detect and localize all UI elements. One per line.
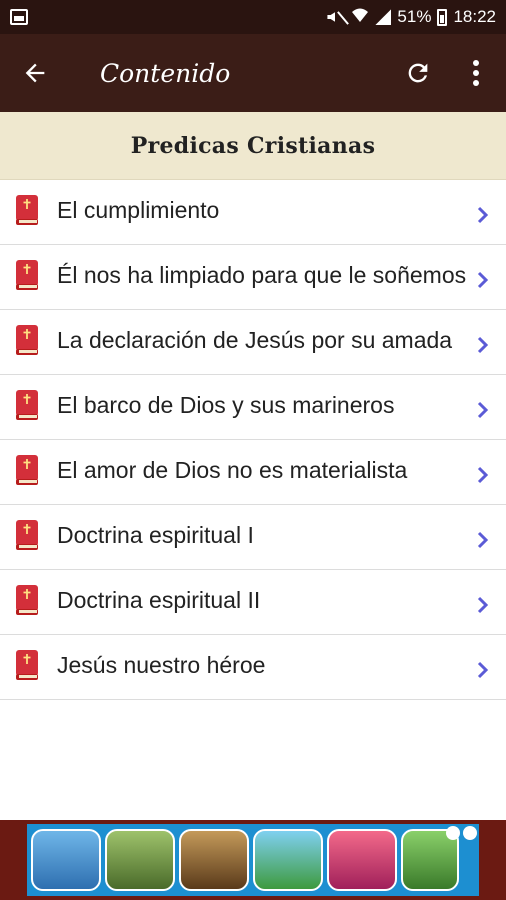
book-icon: [16, 325, 38, 355]
battery-percent: 51%: [397, 7, 432, 26]
back-button[interactable]: [0, 34, 70, 112]
more-vertical-icon: [473, 60, 479, 86]
book-icon: [16, 390, 38, 420]
more-button[interactable]: [446, 34, 506, 112]
book-icon: [16, 650, 38, 680]
chevron-right-icon: [477, 271, 489, 289]
list-item[interactable]: Doctrina espiritual II: [0, 570, 506, 635]
refresh-button[interactable]: [390, 34, 446, 112]
arrow-left-icon: [25, 63, 45, 83]
list-item-label: El cumplimiento: [57, 197, 220, 223]
chevron-right-icon: [477, 336, 489, 354]
chevron-right-icon: [477, 596, 489, 614]
chevron-right-icon: [477, 466, 489, 484]
list-item[interactable]: Él nos ha limpiado para que le soñemos: [0, 245, 506, 310]
section-title: Predicas Cristianas: [130, 132, 376, 159]
ad-game-thumbnail[interactable]: [31, 829, 101, 891]
list-item[interactable]: El amor de Dios no es materialista: [0, 440, 506, 505]
ad-info-icon[interactable]: [446, 826, 460, 840]
chevron-right-icon: [477, 531, 489, 549]
app-title: Contenido: [100, 58, 231, 88]
wifi-icon: [351, 7, 369, 28]
list-item-label: Jesús nuestro héroe: [57, 652, 266, 678]
ad-game-thumbnail[interactable]: [179, 829, 249, 891]
ad-banner[interactable]: [0, 820, 506, 900]
list-item-label: La declaración de Jesús por su amada: [57, 327, 453, 353]
section-header: Predicas Cristianas: [0, 112, 506, 180]
ad-game-thumbnail[interactable]: [327, 829, 397, 891]
list-item-label: Doctrina espiritual I: [57, 522, 254, 548]
status-right: 51% 18:22: [325, 7, 496, 28]
book-icon: [16, 520, 38, 550]
ad-game-thumbnail[interactable]: [105, 829, 175, 891]
list-item-label: Doctrina espiritual II: [57, 587, 261, 613]
signal-icon: [375, 9, 392, 25]
ad-game-thumbnail[interactable]: [253, 829, 323, 891]
refresh-icon: [408, 63, 428, 83]
list-item[interactable]: El cumplimiento: [0, 180, 506, 245]
list-item-label: El barco de Dios y sus marineros: [57, 392, 395, 418]
ad-close-icon[interactable]: [463, 826, 477, 840]
battery-icon: [437, 8, 448, 26]
gallery-icon: [10, 9, 28, 25]
list-item-label: Él nos ha limpiado para que le soñemos: [57, 262, 467, 288]
chevron-right-icon: [477, 206, 489, 224]
status-time: 18:22: [453, 7, 496, 26]
list-item[interactable]: El barco de Dios y sus marineros: [0, 375, 506, 440]
book-icon: [16, 195, 38, 225]
book-icon: [16, 585, 38, 615]
ad-info[interactable]: [446, 826, 477, 840]
list-item[interactable]: Jesús nuestro héroe: [0, 635, 506, 700]
list-item-label: El amor de Dios no es materialista: [57, 457, 408, 483]
chevron-right-icon: [477, 661, 489, 679]
app-bar: Contenido: [0, 34, 506, 112]
chevron-right-icon: [477, 401, 489, 419]
book-icon: [16, 260, 38, 290]
ad-content[interactable]: [27, 824, 479, 896]
status-bar: 51% 18:22: [0, 0, 506, 34]
status-left: [10, 9, 28, 25]
book-icon: [16, 455, 38, 485]
mute-icon: [325, 10, 345, 24]
list-item[interactable]: La declaración de Jesús por su amada: [0, 310, 506, 375]
content-list[interactable]: El cumplimiento Él nos ha limpiado para …: [0, 180, 506, 820]
list-item[interactable]: Doctrina espiritual I: [0, 505, 506, 570]
